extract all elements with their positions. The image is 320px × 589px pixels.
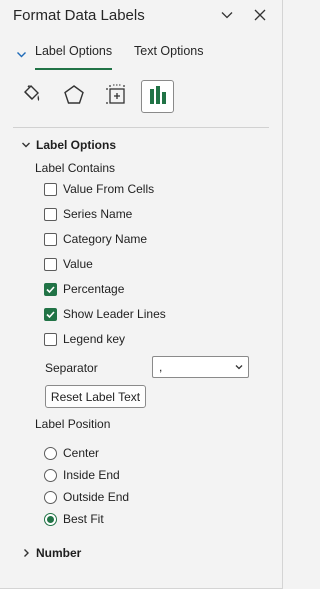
chevron-down-icon — [19, 140, 33, 150]
tab-text-options[interactable]: Text Options — [134, 44, 203, 68]
radio-best-fit[interactable]: Best Fit — [44, 510, 104, 528]
tab-label-options[interactable]: Label Options — [35, 44, 113, 70]
checkbox[interactable] — [44, 282, 57, 296]
checkbox-label: Value From Cells — [63, 182, 155, 196]
label-options-section-header[interactable]: Label Options — [19, 136, 116, 154]
size-properties-button[interactable] — [99, 80, 132, 113]
number-section-header[interactable]: Number — [19, 544, 81, 562]
radio-dot — [47, 515, 54, 523]
checkbox-label: Category Name — [63, 232, 148, 246]
radio-label: Best Fit — [63, 512, 104, 526]
checkmark-icon — [46, 285, 55, 293]
checkbox-value[interactable]: Value — [44, 255, 93, 273]
separator-value: , — [159, 360, 163, 374]
label-position-heading: Label Position — [35, 417, 111, 431]
label-contains-heading: Label Contains — [35, 161, 116, 175]
checkbox-percentage[interactable]: Percentage — [44, 280, 124, 298]
radio-button[interactable] — [44, 490, 57, 504]
pane-title: Format Data Labels — [13, 7, 145, 24]
close-pane-button[interactable] — [249, 5, 271, 27]
options-tabs: Label Options Text Options — [0, 40, 283, 70]
section-title: Label Options — [36, 138, 117, 152]
checkbox[interactable] — [44, 182, 57, 196]
tab-label: Text Options — [134, 44, 204, 58]
checkbox-label: Value — [63, 257, 93, 271]
radio-button[interactable] — [44, 468, 57, 482]
radio-button[interactable] — [44, 446, 57, 460]
format-data-labels-pane: Format Data Labels Label Options Text Op… — [0, 0, 283, 589]
effects-icon — [62, 83, 86, 110]
tab-label: Label Options — [35, 44, 113, 58]
reset-label-text-button[interactable]: Reset Label Text — [45, 385, 146, 408]
checkbox-label: Percentage — [63, 282, 125, 296]
radio-inside-end[interactable]: Inside End — [44, 466, 120, 484]
radio-label: Center — [63, 446, 100, 460]
checkbox[interactable] — [44, 332, 57, 346]
fill-line-button[interactable] — [15, 80, 48, 113]
checkbox-label: Series Name — [63, 207, 133, 221]
checkbox-show-leader-lines[interactable]: Show Leader Lines — [44, 305, 166, 323]
section-title: Number — [36, 546, 82, 560]
checkbox[interactable] — [44, 307, 57, 321]
bar-chart-icon — [146, 83, 170, 110]
checkbox-series-name[interactable]: Series Name — [44, 205, 132, 223]
checkbox[interactable] — [44, 207, 57, 221]
radio-label: Inside End — [63, 468, 120, 482]
label-options-button[interactable] — [141, 80, 174, 113]
chevron-down-icon — [16, 49, 27, 63]
chevron-right-icon — [19, 548, 33, 558]
size-properties-icon — [104, 83, 128, 110]
pane-options-button[interactable] — [216, 5, 238, 27]
effects-button[interactable] — [57, 80, 90, 113]
divider — [13, 127, 269, 128]
radio-center[interactable]: Center — [44, 444, 99, 462]
radio-button[interactable] — [44, 512, 57, 526]
radio-label: Outside End — [63, 490, 130, 504]
checkbox-label: Show Leader Lines — [63, 307, 166, 321]
radio-outside-end[interactable]: Outside End — [44, 488, 129, 506]
checkbox-label: Legend key — [63, 332, 126, 346]
checkbox[interactable] — [44, 257, 57, 271]
fill-line-icon — [20, 83, 44, 110]
checkbox[interactable] — [44, 232, 57, 246]
option-category-icons — [0, 80, 283, 116]
chevron-down-icon — [220, 8, 234, 25]
separator-label: Separator — [45, 361, 98, 375]
checkbox-value-from-cells[interactable]: Value From Cells — [44, 180, 154, 198]
chevron-down-icon — [230, 362, 248, 372]
close-icon — [253, 8, 267, 25]
checkbox-category-name[interactable]: Category Name — [44, 230, 147, 248]
checkmark-icon — [46, 310, 55, 318]
separator-dropdown[interactable]: , — [152, 356, 249, 378]
checkbox-legend-key[interactable]: Legend key — [44, 330, 125, 348]
